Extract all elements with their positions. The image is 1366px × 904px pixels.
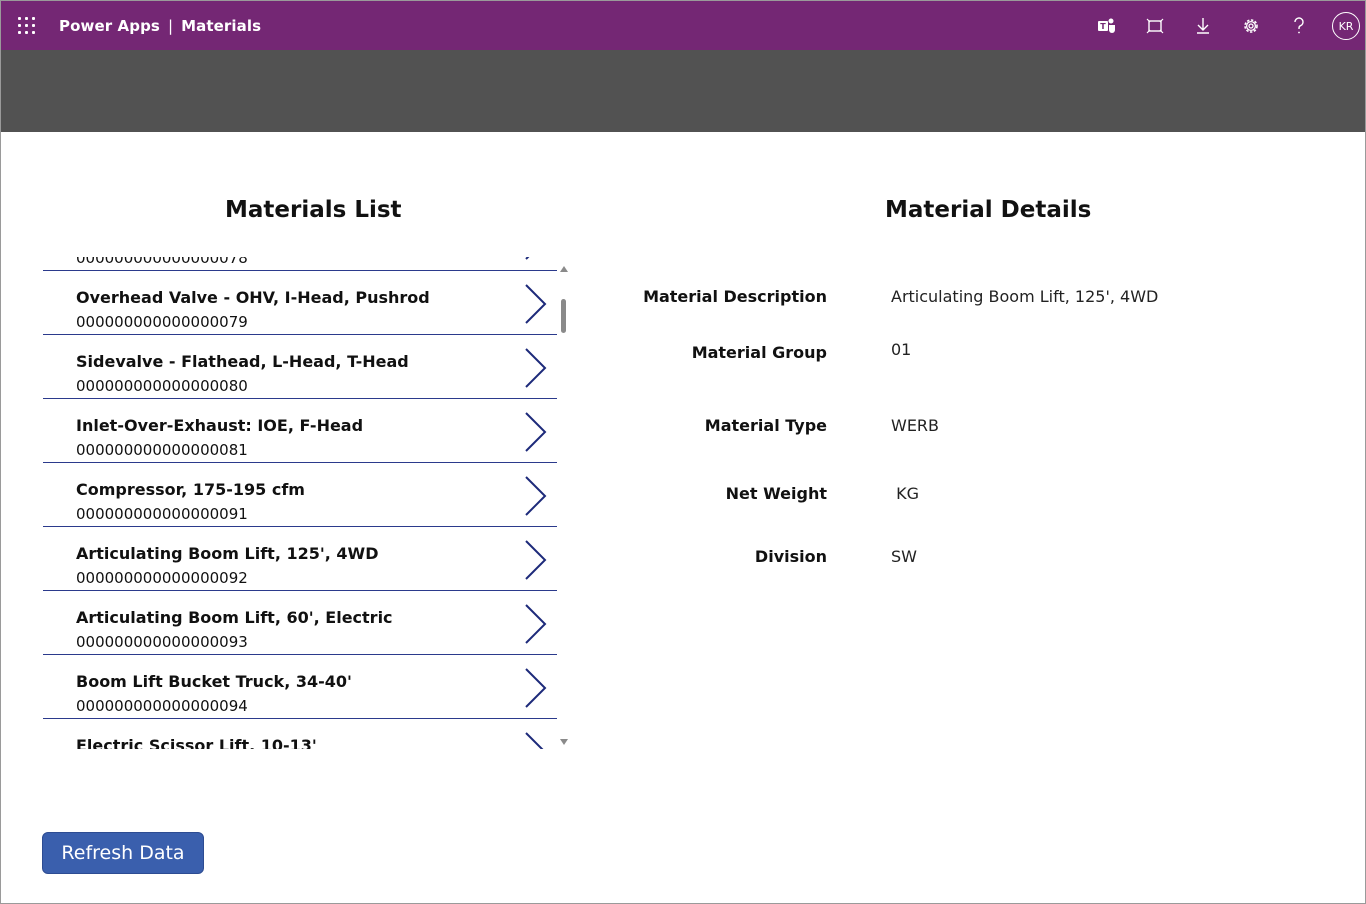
list-item-title: Inlet-Over-Exhaust: IOE, F-Head: [76, 416, 364, 435]
list-item-code: 000000000000000094: [76, 697, 248, 715]
division-value: SW: [891, 547, 917, 566]
list-item-title: Sidevalve - Flathead, L-Head, T-Head: [76, 352, 409, 371]
material-type-label: Material Type: [704, 416, 827, 435]
list-item-title: Electric Scissor Lift, 10-13': [76, 736, 317, 749]
list-item[interactable]: Articulating Boom Lift, 125', 4WD 0000000…: [43, 527, 557, 591]
list-item-code: 000000000000000092: [76, 569, 248, 587]
help-icon[interactable]: [1288, 15, 1310, 37]
chevron-right-icon[interactable]: [521, 411, 549, 453]
app-window: Power Apps | Materials T KR Materials Li…: [0, 0, 1366, 904]
list-item[interactable]: Articulating Boom Lift, 60', Electric 000…: [43, 591, 557, 655]
list-item[interactable]: Sidevalve - Flathead, L-Head, T-Head 0000…: [43, 335, 557, 399]
svg-text:T: T: [1100, 22, 1106, 31]
chevron-right-icon[interactable]: [521, 283, 549, 325]
chevron-right-icon[interactable]: [521, 475, 549, 517]
download-icon[interactable]: [1192, 15, 1214, 37]
chevron-right-icon[interactable]: [521, 257, 549, 261]
list-item-code: 000000000000000093: [76, 633, 248, 651]
page-name: Materials: [181, 17, 262, 35]
gallery-scrollbar[interactable]: [557, 265, 571, 747]
waffle-icon[interactable]: [18, 17, 36, 35]
app-name[interactable]: Power Apps: [59, 17, 160, 35]
list-item-title: Compressor, 175-195 cfm: [76, 480, 305, 499]
breadcrumb: Power Apps | Materials: [59, 17, 261, 35]
chevron-right-icon[interactable]: [521, 603, 549, 645]
list-item-title: Boom Lift Bucket Truck, 34-40': [76, 672, 352, 691]
gallery-rows: 000000000000000078 Overhead Valve - OHV, …: [43, 257, 557, 749]
list-item-code: 000000000000000091: [76, 505, 248, 523]
materials-gallery[interactable]: 000000000000000078 Overhead Valve - OHV, …: [43, 257, 571, 749]
list-item[interactable]: Compressor, 175-195 cfm 00000000000000009…: [43, 463, 557, 527]
scroll-down-arrow-icon[interactable]: [560, 739, 568, 745]
material-details-heading: Material Details: [885, 197, 1092, 223]
list-item[interactable]: Inlet-Over-Exhaust: IOE, F-Head 000000000…: [43, 399, 557, 463]
net-weight-label: Net Weight: [725, 484, 827, 503]
scroll-up-arrow-icon[interactable]: [560, 266, 568, 272]
refresh-data-button[interactable]: Refresh Data: [42, 832, 204, 874]
division-label: Division: [754, 547, 827, 566]
material-group-label: Material Group: [691, 343, 827, 362]
list-item-code: 000000000000000079: [76, 313, 248, 331]
chevron-right-icon[interactable]: [521, 347, 549, 389]
settings-icon[interactable]: [1240, 15, 1262, 37]
material-type-value: WERB: [891, 416, 940, 435]
materials-list-heading: Materials List: [225, 197, 402, 223]
list-item-title: Articulating Boom Lift, 60', Electric: [76, 608, 393, 627]
breadcrumb-separator: |: [167, 17, 174, 35]
header-band: [1, 50, 1365, 132]
list-item[interactable]: Boom Lift Bucket Truck, 34-40' 0000000000…: [43, 655, 557, 719]
fit-screen-icon[interactable]: [1144, 15, 1166, 37]
list-item[interactable]: Overhead Valve - OHV, I-Head, Pushrod 000…: [43, 271, 557, 335]
list-item-code: 000000000000000080: [76, 377, 248, 395]
material-group-value: 01: [891, 340, 912, 359]
net-weight-value: KG: [891, 484, 919, 503]
avatar[interactable]: KR: [1332, 12, 1360, 40]
list-item-code: 000000000000000081: [76, 441, 248, 459]
list-item-title: Overhead Valve - OHV, I-Head, Pushrod: [76, 288, 430, 307]
top-bar: Power Apps | Materials T KR: [1, 1, 1365, 50]
list-item[interactable]: 000000000000000078: [43, 257, 557, 271]
chevron-right-icon[interactable]: [521, 731, 549, 749]
material-description-label: Material Description: [643, 287, 827, 306]
list-item-code: 000000000000000078: [76, 257, 248, 267]
teams-icon[interactable]: T: [1096, 15, 1118, 37]
chevron-right-icon[interactable]: [521, 667, 549, 709]
scroll-thumb[interactable]: [561, 299, 566, 333]
list-item[interactable]: Electric Scissor Lift, 10-13': [43, 719, 557, 749]
material-description-value: Articulating Boom Lift, 125', 4WD: [891, 287, 1159, 306]
chevron-right-icon[interactable]: [521, 539, 549, 581]
list-item-title: Articulating Boom Lift, 125', 4WD: [76, 544, 379, 563]
